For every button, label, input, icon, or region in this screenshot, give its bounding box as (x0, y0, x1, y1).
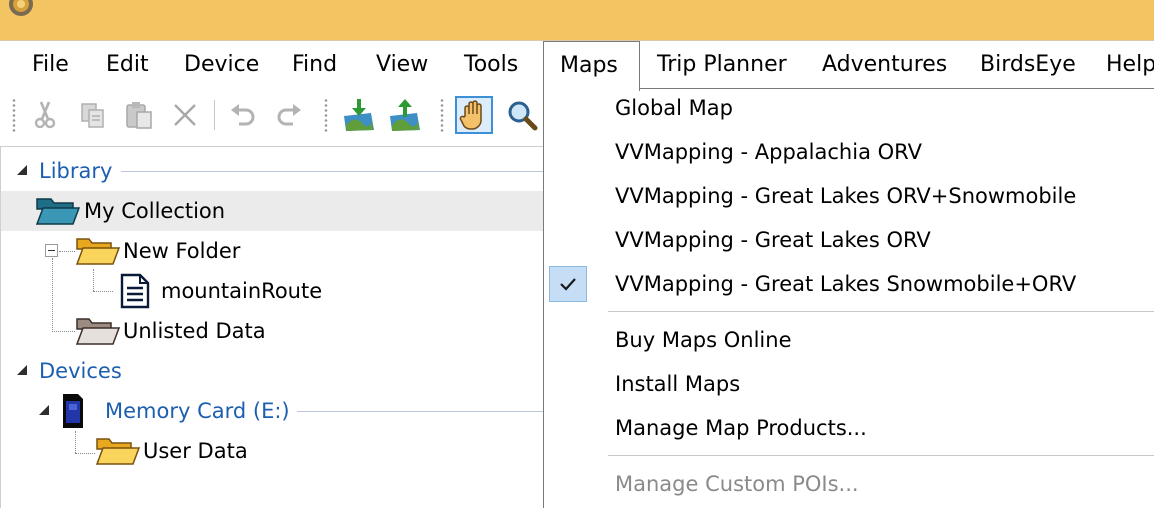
folder-open-yellow-icon (95, 435, 141, 471)
delete-icon[interactable] (166, 96, 204, 134)
menu-item-label: VVMapping - Great Lakes ORV (615, 228, 931, 252)
menu-item-label: Manage Custom POIs... (615, 472, 859, 496)
menu-device[interactable]: Device (184, 41, 259, 89)
menu-separator (608, 311, 1154, 312)
toolbar-grip[interactable] (440, 98, 444, 132)
toolbar (0, 88, 545, 146)
zoom-icon[interactable] (503, 96, 541, 134)
redo-icon[interactable] (270, 96, 308, 134)
collapse-arrow-icon[interactable] (39, 405, 49, 415)
devices-section-header[interactable]: Devices (1, 355, 546, 387)
menu-item-appalachia-orv[interactable]: VVMapping - Appalachia ORV (544, 130, 1154, 174)
memory-card-label: Memory Card (E:) (105, 399, 290, 423)
copy-icon[interactable] (74, 96, 112, 134)
tree-item-mountain-route[interactable]: mountainRoute (1, 273, 546, 309)
menu-item-label: VVMapping - Appalachia ORV (615, 140, 922, 164)
menu-item-label: Manage Map Products... (615, 416, 867, 440)
folder-open-teal-icon (35, 195, 81, 231)
menu-item-manage-map-products[interactable]: Manage Map Products... (544, 406, 1154, 450)
menu-view[interactable]: View (376, 41, 428, 89)
menu-trip-planner[interactable]: Trip Planner (657, 41, 787, 89)
menu-edit[interactable]: Edit (106, 41, 149, 89)
toolbar-grip[interactable] (12, 98, 16, 132)
undo-icon[interactable] (224, 96, 262, 134)
menu-item-buy-maps-online[interactable]: Buy Maps Online (544, 318, 1154, 362)
unlisted-data-label: Unlisted Data (123, 319, 266, 343)
collapse-arrow-icon[interactable] (17, 365, 27, 375)
title-bar (0, 0, 1154, 40)
tree-item-my-collection[interactable]: My Collection (1, 193, 546, 229)
menu-file[interactable]: File (32, 41, 69, 89)
menu-help[interactable]: Help (1106, 41, 1154, 89)
menu-item-install-maps[interactable]: Install Maps (544, 362, 1154, 406)
library-section-header[interactable]: Library (1, 155, 546, 187)
memory-card-icon (61, 393, 85, 433)
section-divider (297, 411, 546, 412)
menu-item-great-lakes-orv[interactable]: VVMapping - Great Lakes ORV (544, 218, 1154, 262)
menu-separator (608, 455, 1154, 456)
menu-birdseye[interactable]: BirdsEye (980, 41, 1076, 89)
devices-label: Devices (39, 359, 122, 383)
folder-open-gray-icon (75, 315, 121, 351)
menu-item-label: Install Maps (615, 372, 741, 396)
tree-item-user-data[interactable]: User Data (1, 433, 546, 469)
menu-item-label: VVMapping - Great Lakes ORV+Snowmobile (615, 184, 1077, 208)
paste-icon[interactable] (120, 96, 158, 134)
my-collection-label: My Collection (84, 199, 226, 223)
toolbar-separator (214, 100, 215, 130)
app-logo-icon[interactable] (6, 0, 36, 22)
menu-item-label: Buy Maps Online (615, 328, 792, 352)
menu-item-label: Global Map (615, 96, 733, 120)
library-tree: Library My Collection New Folder mountai… (0, 146, 546, 508)
receive-from-device-icon[interactable] (340, 96, 378, 134)
menu-item-global-map[interactable]: Global Map (544, 86, 1154, 130)
maps-dropdown-menu: Global Map VVMapping - Appalachia ORV VV… (543, 88, 1154, 508)
user-data-label: User Data (143, 439, 248, 463)
menu-adventures[interactable]: Adventures (822, 41, 947, 89)
hand-pan-icon[interactable] (455, 96, 493, 134)
menu-item-great-lakes-orv-snowmobile[interactable]: VVMapping - Great Lakes ORV+Snowmobile (544, 174, 1154, 218)
route-document-icon (119, 273, 151, 313)
library-label: Library (39, 159, 113, 183)
mountain-route-label: mountainRoute (161, 279, 323, 303)
folder-open-yellow-icon (75, 235, 121, 271)
cut-icon[interactable] (26, 96, 64, 134)
menu-tools[interactable]: Tools (464, 41, 518, 89)
menu-maps[interactable]: Maps (543, 41, 640, 91)
tree-item-memory-card[interactable]: Memory Card (E:) (1, 393, 546, 429)
menu-item-label: VVMapping - Great Lakes Snowmobile+ORV (615, 272, 1077, 296)
menu-find[interactable]: Find (292, 41, 337, 89)
menu-item-manage-custom-pois: Manage Custom POIs... (544, 462, 1154, 506)
menu-item-great-lakes-snowmobile-orv[interactable]: VVMapping - Great Lakes Snowmobile+ORV (544, 262, 1154, 306)
tree-item-unlisted-data[interactable]: Unlisted Data (1, 313, 546, 349)
send-to-device-icon[interactable] (386, 96, 424, 134)
collapse-arrow-icon[interactable] (17, 165, 27, 175)
section-divider (121, 171, 546, 172)
tree-item-new-folder[interactable]: New Folder (1, 233, 546, 269)
new-folder-label: New Folder (123, 239, 241, 263)
menu-bar: File Edit Device Find View Tools Maps Tr… (0, 40, 1154, 91)
toolbar-grip[interactable] (324, 98, 328, 132)
checkmark-icon (549, 266, 587, 302)
